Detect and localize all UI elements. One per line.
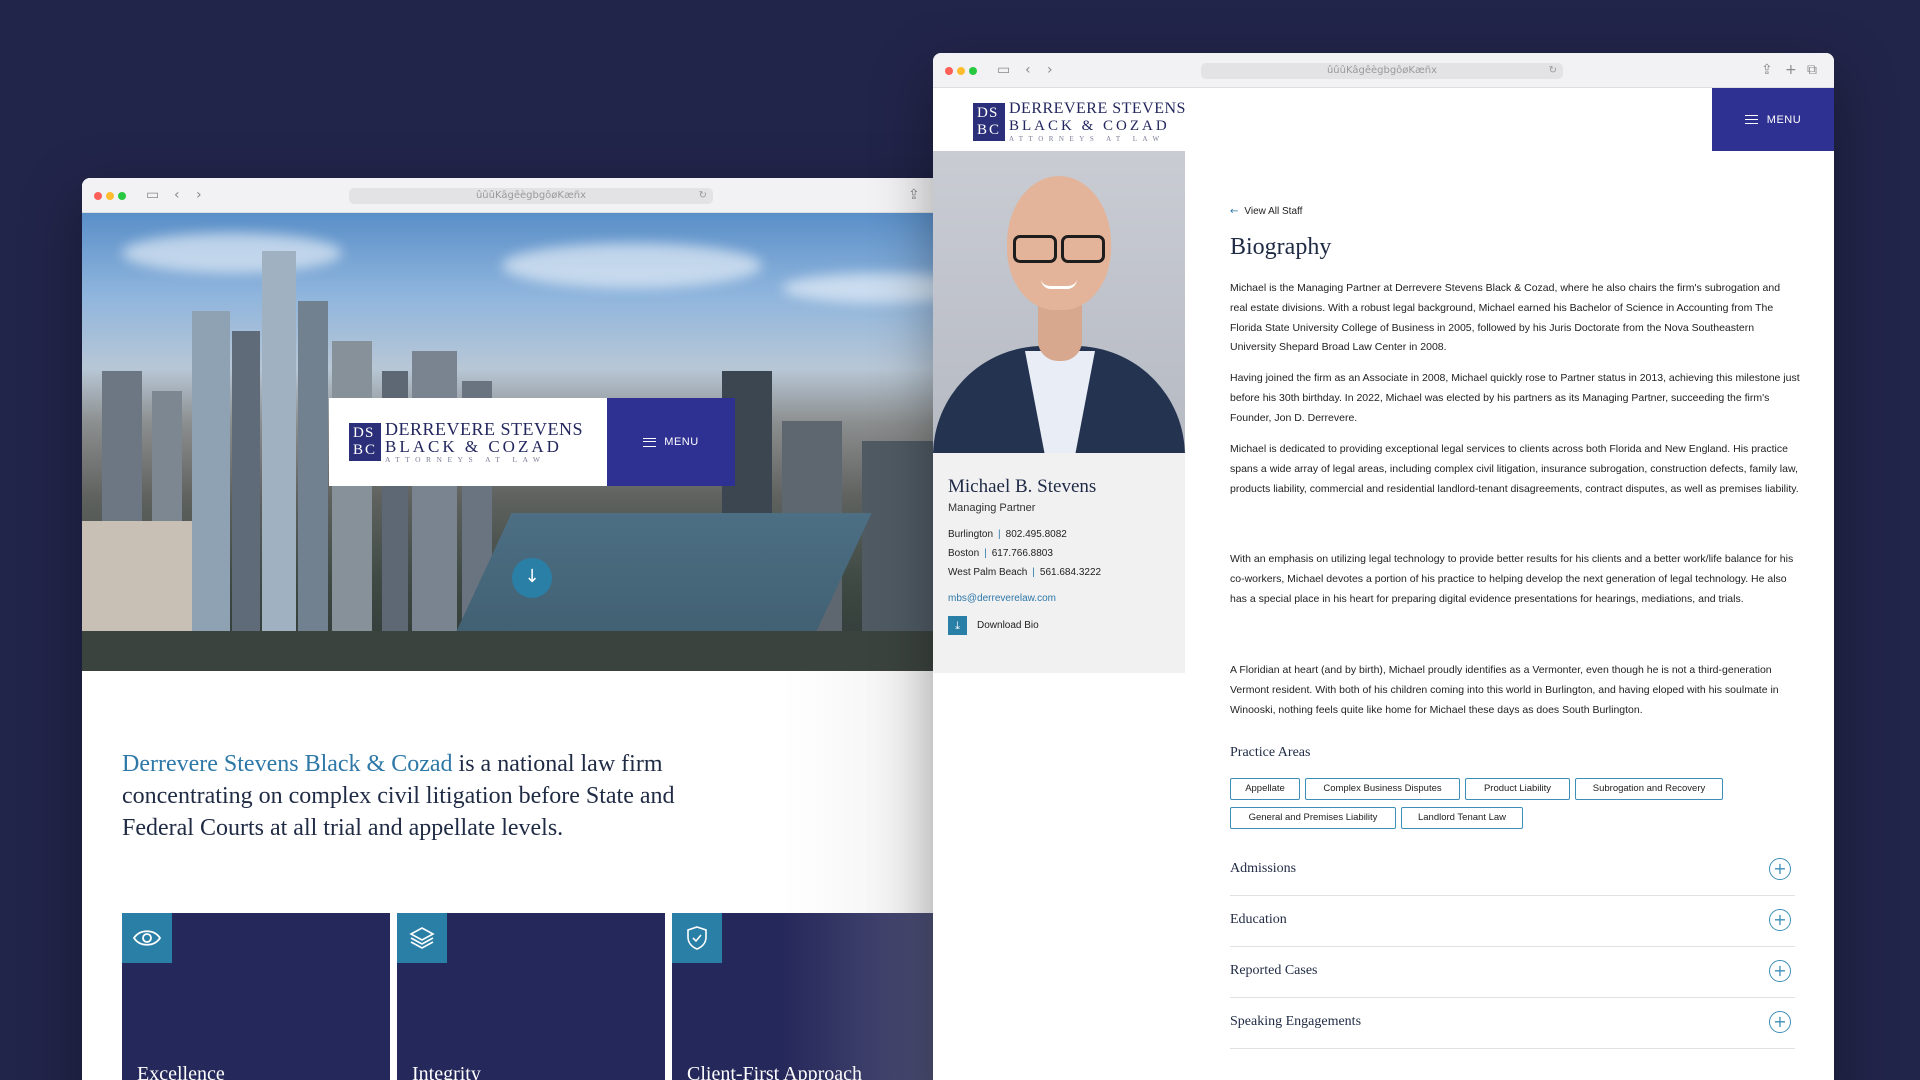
back-nav-icon[interactable]: ‹ — [1025, 62, 1031, 78]
contact-west-palm-beach: West Palm Beach | 561.684.3222 — [948, 567, 1102, 578]
zoom-window-button[interactable] — [969, 67, 977, 75]
menu-button[interactable]: MENU — [607, 398, 735, 486]
download-bio-button[interactable]: ⤓ Download Bio — [948, 616, 1039, 635]
logo-wordmark: DERREVERE STEVENS BLACK & COZAD ATTORNEY… — [385, 419, 584, 464]
menu-label: MENU — [664, 436, 699, 448]
portrait-photo — [933, 151, 1185, 453]
back-nav-icon[interactable]: ‹ — [174, 187, 180, 203]
value-card-integrity[interactable]: Integrity — [397, 913, 665, 1080]
minimize-window-button[interactable] — [957, 67, 965, 75]
accordion-education[interactable]: Education + — [1230, 896, 1795, 947]
tag-landlord-tenant-law[interactable]: Landlord Tenant Law — [1401, 807, 1523, 829]
address-text: ûûûKâgêègbgôøKæñx — [1326, 65, 1438, 76]
eye-icon — [122, 913, 172, 963]
hero-city-image: D S B C DERREVERE STEVENS BLACK & COZAD … — [82, 213, 1042, 671]
shield-check-icon — [672, 913, 722, 963]
browser-toolbar: ▭ ‹ › ûûûKâgêègbgôøKæñx ↻ ⇪ — [82, 178, 1042, 213]
bio-paragraph: Michael is the Managing Partner at Derre… — [1230, 282, 1781, 354]
forward-nav-icon[interactable]: › — [1047, 62, 1053, 78]
contact-boston: Boston | 617.766.8803 — [948, 548, 1053, 559]
zoom-window-button[interactable] — [118, 192, 126, 200]
site-header: D S B C DERREVERE STEVENS BLACK & COZAD … — [933, 88, 1834, 151]
scroll-down-icon[interactable]: ↓ — [512, 558, 552, 598]
card-title: Excellence — [137, 1063, 225, 1080]
logo-monogram: D S B C — [973, 103, 1005, 141]
bio-paragraph: With an emphasis on utilizing legal tech… — [1230, 553, 1794, 605]
tab-overview-icon[interactable]: ⧉ — [1807, 62, 1817, 78]
reload-icon[interactable]: ↻ — [699, 188, 707, 204]
close-window-button[interactable] — [94, 192, 102, 200]
tag-product-liability[interactable]: Product Liability — [1465, 778, 1570, 800]
intro-statement: Derrevere Stevens Black & Cozad is a nat… — [122, 751, 675, 841]
sidebar-toggle-icon[interactable]: ▭ — [997, 62, 1010, 78]
site-logo[interactable]: D S B C DERREVERE STEVENS BLACK & COZAD … — [973, 100, 1186, 144]
hamburger-icon — [1744, 115, 1758, 124]
logo-wordmark: DERREVERE STEVENS BLACK & COZAD ATTORNEY… — [1009, 100, 1186, 143]
phone-link[interactable]: 617.766.8803 — [992, 548, 1053, 559]
accordion-speaking-engagements[interactable]: Speaking Engagements + — [1230, 998, 1795, 1049]
share-icon[interactable]: ⇪ — [908, 187, 920, 203]
phone-link[interactable]: 802.495.8082 — [1006, 529, 1067, 540]
site-logo[interactable]: D S B C DERREVERE STEVENS BLACK & COZAD … — [329, 398, 607, 486]
address-bar[interactable]: ûûûKâgêègbgôøKæñx ↻ — [1201, 63, 1563, 79]
sidebar-toggle-icon[interactable]: ▭ — [146, 187, 159, 203]
forward-nav-icon[interactable]: › — [196, 187, 202, 203]
tag-subrogation-and-recovery[interactable]: Subrogation and Recovery — [1575, 778, 1723, 800]
layers-icon — [397, 913, 447, 963]
close-window-button[interactable] — [945, 67, 953, 75]
browser-toolbar: ▭ ‹ › ûûûKâgêègbgôøKæñx ↻ ⇪ + ⧉ — [933, 53, 1834, 88]
arrow-left-icon: ← — [1230, 206, 1239, 217]
person-title: Managing Partner — [948, 502, 1036, 514]
download-icon: ⤓ — [948, 616, 967, 635]
tag-complex-business-disputes[interactable]: Complex Business Disputes — [1305, 778, 1460, 800]
phone-link[interactable]: 561.684.3222 — [1040, 567, 1101, 578]
accordion-admissions[interactable]: Admissions + — [1230, 845, 1795, 896]
plus-circle-icon[interactable]: + — [1769, 909, 1791, 931]
bio-paragraph: A Floridian at heart (and by birth), Mic… — [1230, 664, 1779, 716]
practice-areas-heading: Practice Areas — [1230, 745, 1311, 760]
share-icon[interactable]: ⇪ — [1761, 62, 1773, 78]
tag-general-and-premises-liability[interactable]: General and Premises Liability — [1230, 807, 1396, 829]
minimize-window-button[interactable] — [106, 192, 114, 200]
download-bio-label: Download Bio — [977, 620, 1039, 631]
biography-heading: Biography — [1230, 234, 1332, 260]
reload-icon[interactable]: ↻ — [1549, 63, 1557, 79]
view-all-staff-link[interactable]: ← View All Staff — [1230, 206, 1302, 217]
value-card-excellence[interactable]: Excellence — [122, 913, 390, 1080]
plus-circle-icon[interactable]: + — [1769, 1011, 1791, 1033]
home-browser-window: ▭ ‹ › ûûûKâgêègbgôøKæñx ↻ ⇪ D S B C DERR… — [82, 178, 1042, 1080]
accordion-reported-cases[interactable]: Reported Cases + — [1230, 947, 1795, 998]
card-title: Integrity — [412, 1063, 481, 1080]
plus-circle-icon[interactable]: + — [1769, 858, 1791, 880]
hamburger-icon — [643, 437, 657, 447]
bio-paragraph: Having joined the firm as an Associate i… — [1230, 372, 1800, 424]
profile-browser-window: ▭ ‹ › ûûûKâgêègbgôøKæñx ↻ ⇪ + ⧉ D S B C … — [933, 53, 1834, 1080]
tag-appellate[interactable]: Appellate — [1230, 778, 1300, 800]
menu-button[interactable]: MENU — [1712, 88, 1834, 151]
address-bar[interactable]: ûûûKâgêègbgôøKæñx ↻ — [349, 188, 713, 204]
logo-monogram: D S B C — [349, 423, 381, 461]
bio-paragraph: Michael is dedicated to providing except… — [1230, 443, 1799, 495]
menu-label: MENU — [1766, 113, 1802, 126]
plus-circle-icon[interactable]: + — [1769, 960, 1791, 982]
email-link[interactable]: mbs@derreverelaw.com — [948, 593, 1056, 604]
firm-name-link[interactable]: Derrevere Stevens Black & Cozad — [122, 751, 453, 777]
profile-sidebar: Michael B. Stevens Managing Partner Burl… — [933, 151, 1185, 673]
person-name: Michael B. Stevens — [948, 476, 1097, 497]
address-text: ûûûKâgêègbgôøKæñx — [475, 190, 587, 201]
contact-burlington: Burlington | 802.495.8082 — [948, 529, 1067, 540]
new-tab-icon[interactable]: + — [1785, 62, 1797, 78]
